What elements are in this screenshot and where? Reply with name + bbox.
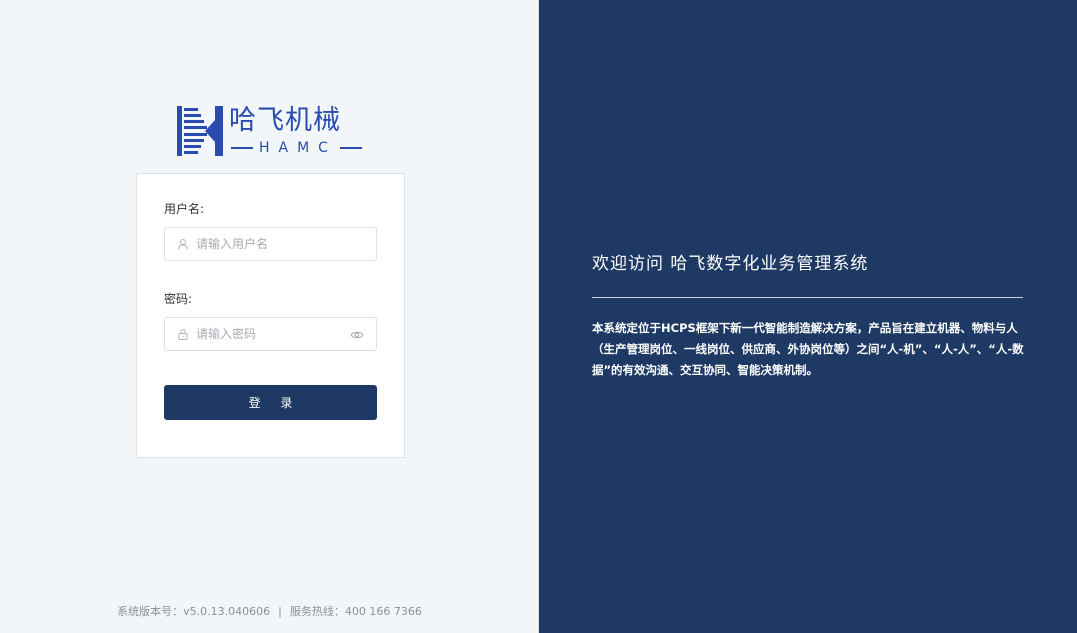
logo-chinese-name: 哈飞机械 [229,105,341,136]
username-label: 用户名: [164,202,205,216]
password-label: 密码: [164,292,193,306]
company-logo: 哈飞机械 HAMC [175,104,365,160]
version-number: v5.0.13.040606 [183,605,271,618]
footer-separator: | [278,605,282,618]
login-page: 哈飞机械 HAMC 用户名: 密码: [0,0,1077,633]
welcome-divider [592,297,1023,298]
login-card: 用户名: 密码: [136,173,405,458]
password-input[interactable] [196,327,346,341]
welcome-panel: 欢迎访问 哈飞数字化业务管理系统 本系统定位于HCPS框架下新一代智能制造解决方… [539,0,1077,633]
version-label: 系统版本号： [117,605,184,618]
eye-icon[interactable] [350,328,364,342]
logo-left-dash [231,147,253,149]
hotline-label: 服务热线： [289,605,345,618]
logo-english-name: HAMC [231,139,362,157]
logo-english-text: HAMC [259,140,337,156]
login-button[interactable]: 登 录 [164,385,377,420]
password-field[interactable] [164,317,377,351]
hotline-number: 400 166 7366 [344,605,422,618]
lock-icon [176,327,190,341]
welcome-title: 欢迎访问 哈飞数字化业务管理系统 [592,254,869,274]
login-panel: 哈飞机械 HAMC 用户名: 密码: [0,0,539,633]
username-input[interactable] [196,237,346,251]
hamc-logo-mark-icon [177,106,223,156]
username-field[interactable] [164,227,377,261]
logo-right-dash [339,147,362,149]
user-icon [176,237,190,251]
system-description: 本系统定位于HCPS框架下新一代智能制造解决方案，产品旨在建立机器、物料与人（生… [592,321,1024,377]
version-footer: 系统版本号：v5.0.13.040606 | 服务热线：400 166 7366 [0,603,539,619]
